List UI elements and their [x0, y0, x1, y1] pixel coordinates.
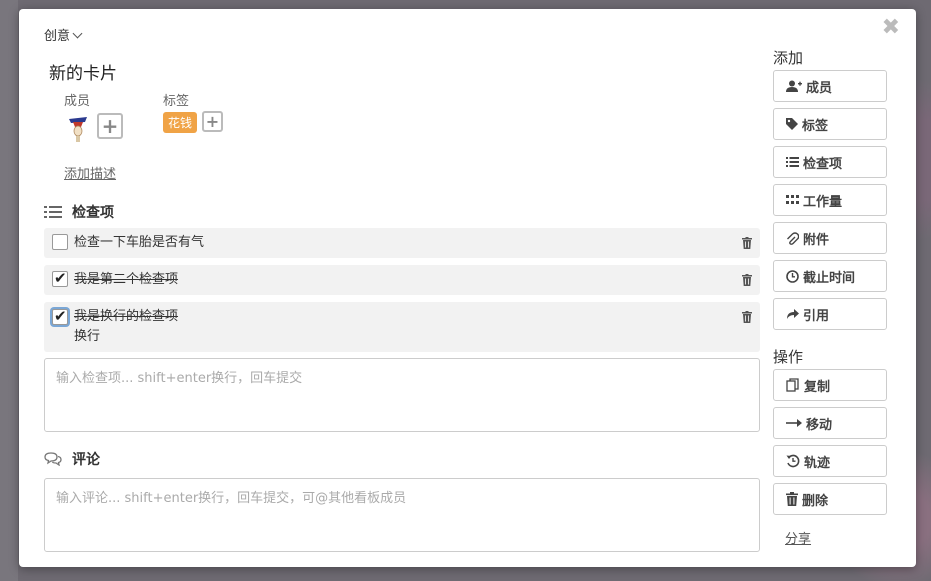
share-link[interactable]: 分享 [785, 528, 811, 547]
button-label: 标签 [802, 118, 829, 134]
list-icon [786, 157, 799, 167]
tag-icon [786, 118, 798, 130]
copy-icon [786, 378, 799, 392]
comments-header: 评论 [44, 449, 100, 469]
checklist-header: 检查项 [44, 202, 114, 222]
chevron-down-icon [72, 28, 83, 39]
comments-icon [44, 452, 62, 466]
button-label: 复制 [804, 379, 831, 395]
card-modal: ✖ 创意 新的卡片 成员 标签 + 花钱 + 添加描述 检查项 检查一下车胎是否… [19, 9, 916, 567]
member-avatar[interactable] [67, 113, 89, 143]
checklist-checkbox[interactable] [52, 269, 68, 287]
checklist-item: 我是第二个检查项 [44, 265, 760, 295]
clock-icon [786, 269, 799, 283]
comments-title: 评论 [72, 452, 100, 468]
button-label: 引用 [803, 308, 830, 324]
board-name: 创意 [44, 29, 71, 44]
close-icon[interactable]: ✖ [882, 17, 900, 39]
checklist-title: 检查项 [72, 205, 114, 221]
checklist-item: 我是换行的检查项 换行 [44, 302, 760, 352]
add-section-title: 添加 [773, 49, 804, 67]
button-label: 删除 [802, 493, 829, 509]
label-tag[interactable]: 花钱 [163, 112, 198, 133]
add-member-sidebar-button[interactable]: 成员 [773, 70, 887, 102]
members-label: 成员 [64, 94, 91, 109]
add-member-button[interactable]: + [97, 113, 123, 139]
arrow-right-icon [786, 419, 802, 427]
user-plus-icon [786, 80, 802, 92]
card-title[interactable]: 新的卡片 [49, 59, 117, 84]
button-label: 检查项 [803, 156, 843, 172]
checklist-item-text[interactable]: 我是换行的检查项 [74, 307, 178, 327]
trash-icon[interactable] [742, 237, 752, 249]
add-label-sidebar-button[interactable]: 标签 [773, 108, 887, 140]
add-duedate-sidebar-button[interactable]: 截止时间 [773, 260, 887, 292]
checklist-item-text-line2[interactable]: 换行 [74, 327, 100, 347]
move-card-button[interactable]: 移动 [773, 407, 887, 439]
trash-icon[interactable] [742, 311, 752, 323]
checklist-item-text[interactable]: 检查一下车胎是否有气 [74, 233, 204, 253]
checklist-item: 检查一下车胎是否有气 [44, 228, 760, 258]
grid-icon [786, 195, 799, 204]
add-workload-sidebar-button[interactable]: 工作量 [773, 184, 887, 216]
add-reference-sidebar-button[interactable]: 引用 [773, 298, 887, 330]
share-arrow-icon [787, 309, 799, 319]
actions-section-title: 操作 [773, 348, 804, 366]
add-label-button[interactable]: + [202, 111, 223, 132]
delete-card-button[interactable]: 删除 [773, 483, 887, 515]
button-label: 附件 [803, 232, 830, 248]
add-description-link[interactable]: 添加描述 [64, 163, 116, 182]
add-attachment-sidebar-button[interactable]: 附件 [773, 222, 887, 254]
history-button[interactable]: 轨迹 [773, 445, 887, 477]
labels-label: 标签 [163, 94, 190, 109]
trash-icon[interactable] [742, 274, 752, 286]
list-icon [44, 206, 62, 218]
board-selector[interactable]: 创意 [44, 25, 83, 44]
paperclip-icon [787, 231, 799, 245]
button-label: 工作量 [803, 194, 843, 210]
history-icon [786, 454, 800, 468]
add-checklist-sidebar-button[interactable]: 检查项 [773, 146, 887, 178]
trash-icon [786, 492, 798, 506]
button-label: 成员 [806, 80, 833, 96]
comment-input[interactable]: 输入评论... shift+enter换行，回车提交，可@其他看板成员 [44, 478, 760, 552]
checklist-checkbox[interactable] [52, 307, 68, 325]
button-label: 轨迹 [804, 455, 831, 471]
button-label: 截止时间 [803, 270, 856, 286]
checklist-item-text[interactable]: 我是第二个检查项 [74, 270, 178, 290]
button-label: 移动 [806, 417, 833, 433]
checklist-input[interactable]: 输入检查项... shift+enter换行，回车提交 [44, 358, 760, 432]
checklist-checkbox[interactable] [52, 234, 68, 250]
copy-card-button[interactable]: 复制 [773, 369, 887, 401]
